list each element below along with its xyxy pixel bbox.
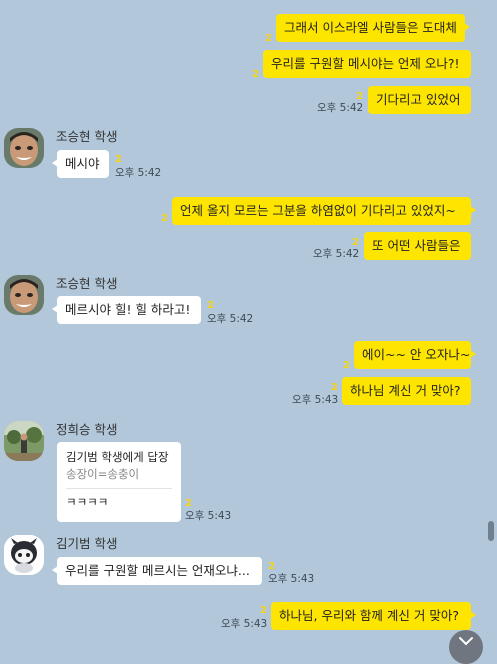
unread-count: 2 (260, 605, 267, 616)
sender-name: 조승현 학생 (56, 276, 118, 291)
sender-name: 김기범 학생 (56, 536, 118, 551)
chevron-down-icon (459, 637, 473, 646)
my-message-bubble[interactable]: 그래서 이스라엘 사람들은 도대체 (276, 14, 470, 42)
reply-title: 김기범 학생에게 답장 (66, 450, 169, 464)
message-time: 오후 5:43 (185, 510, 232, 522)
unread-count: 2 (268, 561, 275, 572)
other-message-bubble[interactable]: 메르시야 힐! 힐 하라고! (52, 296, 201, 324)
scrollbar-thumb[interactable] (488, 521, 494, 541)
avatar[interactable] (4, 535, 44, 575)
my-message-bubble[interactable]: 하나님 계신 거 맞아? (342, 377, 471, 405)
other-message-bubble[interactable]: 우리를 구원할 메르시는 언재오냐... (52, 557, 262, 585)
sender-name: 정희승 학생 (56, 422, 118, 437)
avatar[interactable] (4, 421, 44, 461)
reply-quote: 송장이=송충이 (66, 467, 140, 481)
unread-count: 2 (343, 360, 350, 371)
unread-count: 2 (252, 69, 259, 80)
message-time: 오후 5:42 (317, 102, 364, 114)
message-time: 오후 5:42 (207, 313, 254, 325)
my-message-bubble[interactable]: 기다리고 있었어 (368, 86, 471, 114)
my-message-bubble[interactable]: 우리를 구원할 메시야는 언제 오나?! (263, 50, 471, 78)
unread-count: 2 (115, 154, 122, 165)
sender-name: 조승현 학생 (56, 129, 118, 144)
unread-count: 2 (352, 237, 359, 248)
unread-count: 2 (161, 213, 168, 224)
unread-count: 2 (185, 498, 192, 509)
avatar[interactable] (4, 275, 44, 315)
message-time: 오후 5:43 (221, 618, 268, 630)
message-time: 오후 5:43 (292, 394, 339, 406)
my-message-bubble[interactable]: 에이~~ 안 오자나~ (354, 341, 476, 369)
my-message-bubble[interactable]: 하나님, 우리와 함께 계신 거 맞아? (271, 602, 476, 630)
divider (66, 488, 172, 489)
reply-body: ㅋㅋㅋㅋ (66, 495, 109, 509)
message-time: 오후 5:42 (313, 248, 360, 260)
message-time: 오후 5:43 (268, 573, 315, 585)
unread-count: 2 (356, 91, 363, 102)
scroll-down-button[interactable] (449, 630, 483, 664)
unread-count: 2 (265, 33, 272, 44)
reply-message-bubble[interactable]: 김기범 학생에게 답장 송장이=송충이 ㅋㅋㅋㅋ (57, 442, 181, 522)
message-time: 오후 5:42 (115, 167, 162, 179)
unread-count: 2 (331, 382, 338, 393)
my-message-bubble[interactable]: 또 어떤 사람들은 (364, 232, 471, 260)
avatar[interactable] (4, 128, 44, 168)
other-message-bubble[interactable]: 메시야 (52, 150, 109, 178)
unread-count: 2 (207, 300, 214, 311)
my-message-bubble[interactable]: 언제 올지 모르는 그분을 하염없이 기다리고 있었지~ (172, 197, 476, 225)
